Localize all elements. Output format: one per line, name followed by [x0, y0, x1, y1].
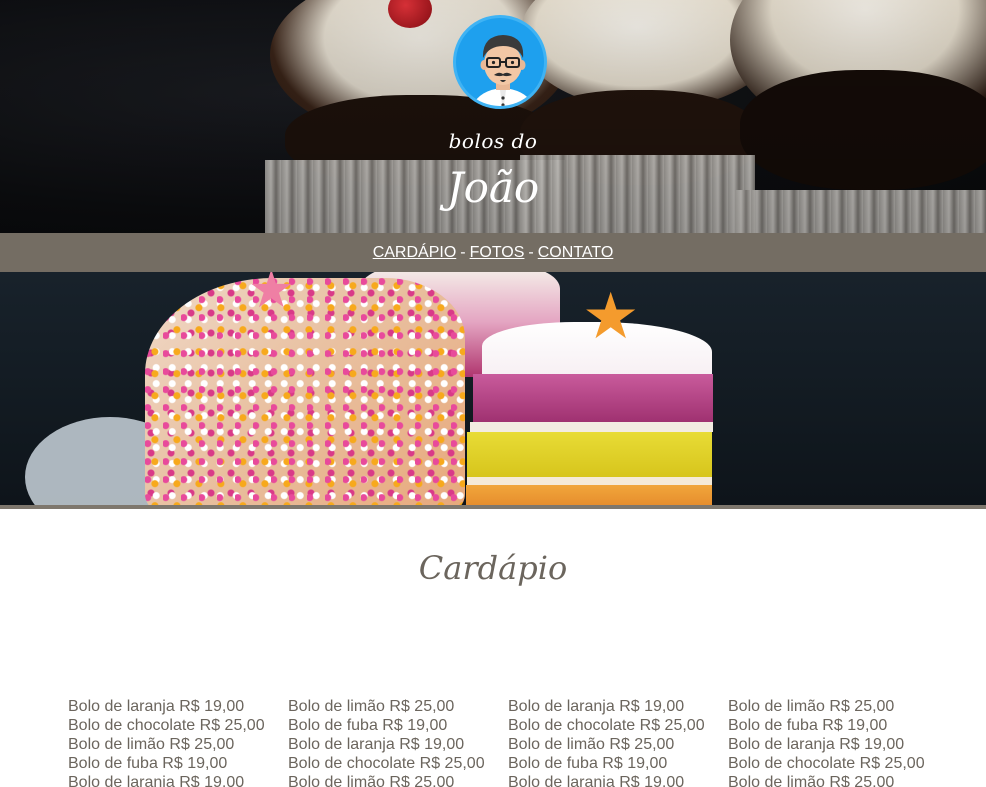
menu-item: Bolo de limão R$ 25,00	[728, 774, 895, 787]
menu-item: Bolo de limão R$ 25,00	[728, 698, 895, 715]
menu-item: Bolo de laranja R$ 19,00	[68, 698, 245, 715]
menu-list: Bolo de laranja R$ 19,00 Bolo de chocola…	[508, 697, 728, 787]
menu-item: Bolo de limão R$ 25,00	[68, 736, 235, 753]
menu-list: Bolo de limão R$ 25,00 Bolo de fuba R$ 1…	[288, 697, 508, 787]
brand-subtitle: bolos do	[448, 129, 538, 153]
menu-columns: Bolo de laranja R$ 19,00 Bolo de chocola…	[68, 697, 948, 787]
menu-item: Bolo de chocolate R$ 25,00	[288, 755, 485, 772]
hero-header: bolos do João	[0, 0, 986, 233]
menu-title: Cardápio	[418, 549, 568, 587]
menu-item: Bolo de fuba R$ 19,00	[508, 755, 668, 772]
menu-item: Bolo de laranja R$ 19,00	[508, 774, 685, 787]
cake-banner: ★ ★	[0, 272, 986, 505]
cake-slice-cream-layer	[470, 422, 713, 432]
menu-item: Bolo de laranja R$ 19,00	[288, 736, 465, 753]
brand-title: João	[446, 163, 540, 212]
cake-slice-cream-layer	[467, 477, 712, 485]
menu-item: Bolo de limão R$ 25,00	[288, 698, 455, 715]
nav-link-contato[interactable]: CONTATO	[538, 244, 614, 262]
menu-item: Bolo de limão R$ 25,00	[508, 736, 675, 753]
menu-section: Cardápio Bolo de laranja R$ 19,00 Bolo d…	[0, 509, 986, 787]
menu-item: Bolo de laranja R$ 19,00	[68, 774, 245, 787]
nav-separator: -	[528, 243, 534, 261]
menu-item: Bolo de laranja R$ 19,00	[508, 698, 685, 715]
menu-list: Bolo de limão R$ 25,00 Bolo de fuba R$ 1…	[728, 697, 948, 787]
menu-column: Bolo de limão R$ 25,00 Bolo de fuba R$ 1…	[288, 697, 508, 787]
menu-item: Bolo de laranja R$ 19,00	[728, 736, 905, 753]
orange-star-decoration: ★	[582, 280, 640, 352]
menu-column: Bolo de limão R$ 25,00 Bolo de fuba R$ 1…	[728, 697, 948, 787]
pink-star-decoration: ★	[248, 272, 295, 319]
menu-item: Bolo de fuba R$ 19,00	[288, 717, 448, 734]
cake-slice-orange-layer	[466, 485, 712, 505]
nav-link-fotos[interactable]: FOTOS	[470, 244, 525, 262]
menu-item: Bolo de chocolate R$ 25,00	[508, 717, 705, 734]
menu-list: Bolo de laranja R$ 19,00 Bolo de chocola…	[68, 697, 288, 787]
menu-column: Bolo de laranja R$ 19,00 Bolo de chocola…	[508, 697, 728, 787]
menu-column: Bolo de laranja R$ 19,00 Bolo de chocola…	[68, 697, 288, 787]
chef-avatar-icon	[453, 15, 547, 109]
menu-item: Bolo de chocolate R$ 25,00	[68, 717, 265, 734]
menu-item: Bolo de fuba R$ 19,00	[68, 755, 228, 772]
nav-separator: -	[460, 243, 466, 261]
cake-slice-yellow-layer	[467, 432, 712, 477]
sprinkle-cake	[145, 278, 465, 505]
menu-item: Bolo de chocolate R$ 25,00	[728, 755, 925, 772]
menu-item: Bolo de limão R$ 25,00	[288, 774, 455, 787]
menu-item: Bolo de fuba R$ 19,00	[728, 717, 888, 734]
cake-slice-pink-layer	[473, 374, 713, 426]
main-nav: CARDÁPIO - FOTOS - CONTATO	[0, 233, 986, 272]
nav-link-cardapio[interactable]: CARDÁPIO	[373, 244, 457, 262]
